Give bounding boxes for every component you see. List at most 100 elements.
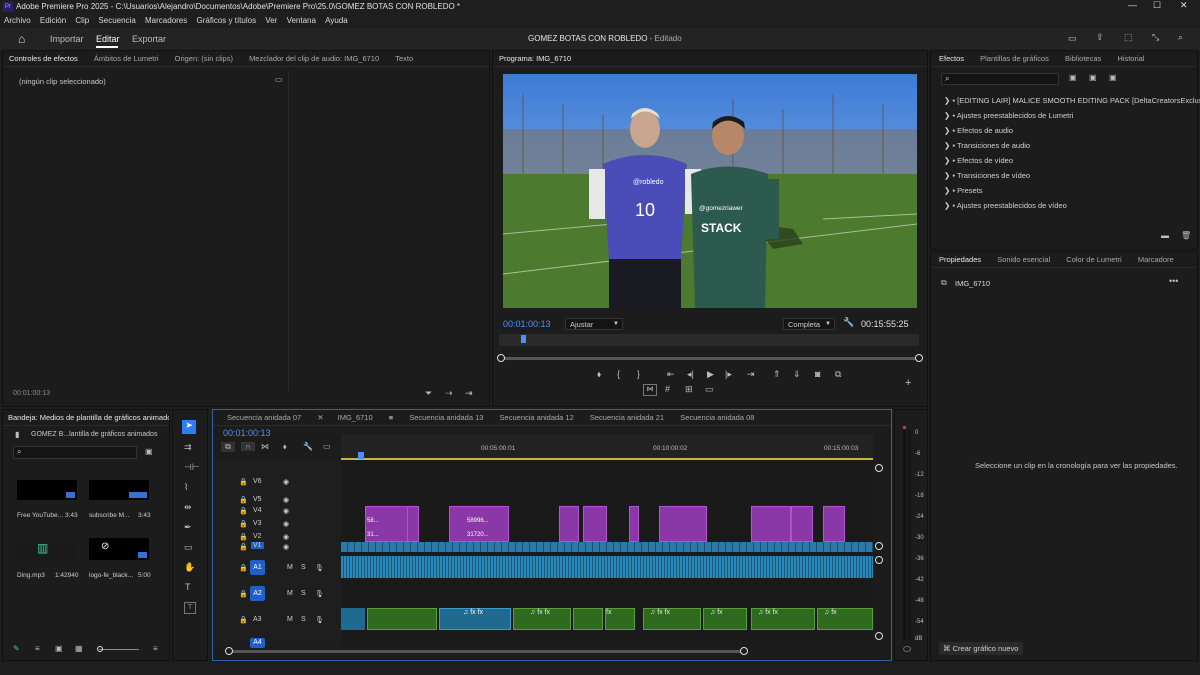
mic-icon[interactable]: 🎙: [315, 616, 324, 624]
lock-icon[interactable]: 🔒: [239, 543, 248, 551]
tab-exportar[interactable]: Exportar: [132, 34, 166, 44]
play-audio-icon[interactable]: ⇢: [445, 388, 453, 399]
a3-green-clip[interactable]: ♫ fx: [703, 608, 747, 630]
lock-icon[interactable]: 🔒: [239, 520, 248, 528]
align-icon[interactable]: ⊞: [685, 384, 693, 395]
step-back-icon[interactable]: ◂|: [687, 369, 694, 380]
icon-view-icon[interactable]: ▣: [55, 644, 63, 653]
step-forward-icon[interactable]: |▸: [725, 369, 732, 380]
program-timecode[interactable]: 00:01:00:13: [503, 319, 551, 329]
effects-item[interactable]: ❯ ▪ Efectos de vídeo: [944, 156, 1013, 165]
horizontal-scrollbar[interactable]: [229, 650, 745, 653]
selection-tool-icon[interactable]: ➤: [182, 420, 196, 434]
close-icon[interactable]: ✕: [1180, 0, 1188, 11]
a3-green-clip[interactable]: [573, 608, 603, 630]
effects-item[interactable]: ❯ ▪ [EDITING LAIR] MALICE SMOOTH EDITING…: [944, 96, 1200, 105]
pencil-icon[interactable]: ✎: [13, 644, 20, 653]
a1-audio-strip[interactable]: [341, 556, 873, 578]
vr-icon[interactable]: ⋈: [643, 384, 657, 396]
video-clip[interactable]: [791, 506, 813, 542]
video-clip[interactable]: [823, 506, 845, 542]
tab-editar[interactable]: Editar: [96, 34, 120, 44]
home-icon[interactable]: ⌂: [18, 32, 25, 46]
menu-graficos[interactable]: Gráficos y títulos: [197, 14, 257, 28]
mark-in-icon[interactable]: {: [617, 369, 620, 379]
filter-icon[interactable]: ⏷: [425, 388, 432, 399]
settings-wrench-icon[interactable]: 🔧: [303, 442, 313, 451]
tab-ambitos-lumetri[interactable]: Ámbitos de Lumetri: [94, 51, 159, 66]
eye-icon[interactable]: ◉: [283, 533, 289, 541]
zoom-handle-left[interactable]: [497, 354, 505, 362]
marker-icon[interactable]: ⬧: [597, 369, 601, 380]
a3-green-clip[interactable]: ♫ fx: [817, 608, 873, 630]
lift-icon[interactable]: ⇑: [773, 369, 781, 380]
track-label-v6[interactable]: V6: [253, 478, 262, 485]
go-to-out-icon[interactable]: ⇥: [747, 369, 755, 380]
video-clip[interactable]: [583, 506, 607, 542]
tab-secuencia-21[interactable]: Secuencia anidada 21: [590, 410, 664, 425]
vscroll-handle[interactable]: [875, 542, 883, 550]
effects-item[interactable]: ❯ ▪ Ajustes preestablecidos de vídeo: [944, 201, 1067, 210]
slip-icon[interactable]: ⇹: [184, 502, 192, 513]
video-clip[interactable]: 31...: [365, 530, 383, 541]
mute-button[interactable]: M: [287, 564, 293, 571]
tab-propiedades[interactable]: Propiedades: [939, 252, 981, 267]
minimize-icon[interactable]: —: [1128, 0, 1137, 10]
tab-plantillas[interactable]: Plantillas de gráficos: [980, 51, 1049, 66]
a3-green-clip[interactable]: ♫ fx fx: [513, 608, 571, 630]
menu-ventana[interactable]: Ventana: [287, 14, 316, 28]
tab-secuencia-13[interactable]: Secuencia anidada 13: [409, 410, 483, 425]
snap-icon[interactable]: ∩: [241, 442, 255, 451]
eye-icon[interactable]: ◉: [283, 520, 289, 528]
32bit-effects-icon[interactable]: ▣: [1089, 73, 1097, 82]
solo-button[interactable]: S: [301, 590, 306, 597]
tab-bandeja[interactable]: Bandeja: Medios de plantilla de gráficos…: [8, 410, 169, 425]
tab-color-lumetri[interactable]: Color de Lumetri: [1066, 252, 1121, 267]
compare-icon[interactable]: ⧉: [835, 369, 841, 380]
safe-margins-icon[interactable]: ▭: [705, 384, 714, 395]
panel-icon[interactable]: ▭: [1068, 33, 1077, 44]
a3-green-clip[interactable]: [367, 608, 437, 630]
tab-efectos[interactable]: Efectos: [939, 51, 964, 66]
tab-texto[interactable]: Texto: [395, 51, 413, 66]
eye-icon[interactable]: ◉: [283, 507, 289, 515]
tab-img-6710[interactable]: ✕ IMG_6710 ≡: [317, 410, 393, 425]
tab-programa[interactable]: Programa: IMG_6710: [499, 51, 571, 66]
menu-archivo[interactable]: Archivo: [4, 14, 31, 28]
a3-audio-clip[interactable]: [341, 608, 365, 630]
bin-item-thumb[interactable]: ▥: [17, 538, 77, 560]
tab-marcadores[interactable]: Marcadore: [1138, 252, 1174, 267]
menu-ver[interactable]: Ver: [265, 14, 277, 28]
create-graphic-button[interactable]: ⌘ Crear gráfico nuevo: [939, 642, 1023, 655]
tab-origen[interactable]: Origen: (sin clips): [175, 51, 233, 66]
vscroll-handle[interactable]: [875, 632, 883, 640]
lock-icon[interactable]: 🔒: [239, 590, 248, 598]
video-clip[interactable]: 58...: [365, 516, 383, 527]
menu-secuencia[interactable]: Secuencia: [98, 14, 135, 28]
fit-dropdown[interactable]: Ajustar ▼: [565, 318, 623, 330]
bin-item-thumb[interactable]: [17, 480, 77, 500]
effects-item[interactable]: ❯ ▪ Transiciones de audio: [944, 141, 1030, 150]
mic-icon[interactable]: 🎙: [315, 564, 324, 572]
mute-button[interactable]: M: [287, 616, 293, 623]
vscroll-handle[interactable]: [875, 556, 883, 564]
hscroll-handle-right[interactable]: [740, 647, 748, 655]
search-icon[interactable]: ⌕: [1178, 32, 1183, 43]
transcript-tool-icon[interactable]: ⊤: [184, 602, 196, 614]
tab-secuencia-07[interactable]: Secuencia anidada 07: [227, 410, 301, 425]
a3-green-clip[interactable]: fx: [605, 608, 635, 630]
effects-item[interactable]: ❯ ▪ Transiciones de vídeo: [944, 171, 1030, 180]
vscroll-handle[interactable]: [875, 464, 883, 472]
video-clip[interactable]: [751, 506, 791, 542]
pen-icon[interactable]: ✒: [184, 522, 192, 533]
grid-icon[interactable]: #: [665, 384, 670, 394]
sort-icon[interactable]: ≡: [153, 644, 158, 653]
track-label-v5[interactable]: V5: [253, 496, 262, 503]
tab-secuencia-12[interactable]: Secuencia anidada 12: [500, 410, 574, 425]
menu-clip[interactable]: Clip: [75, 14, 89, 28]
video-clip[interactable]: [559, 506, 579, 542]
v1-clip-strip[interactable]: [341, 542, 873, 552]
quality-dropdown[interactable]: Completa ▼: [783, 318, 835, 330]
eye-icon[interactable]: ◉: [283, 543, 289, 551]
eye-icon[interactable]: ◉: [283, 496, 289, 504]
